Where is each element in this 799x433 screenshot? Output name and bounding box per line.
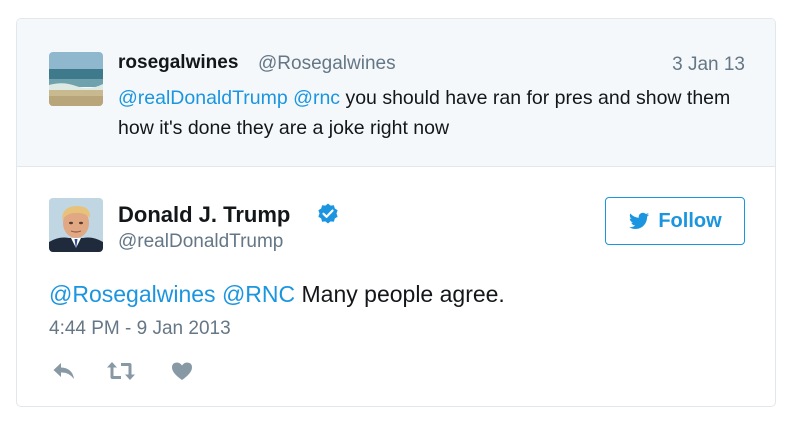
main-tweet-text: @Rosegalwines @RNC Many people agree. <box>49 281 505 308</box>
parent-avatar[interactable] <box>49 52 103 106</box>
main-mention-rosegalwines[interactable]: @Rosegalwines <box>49 281 216 307</box>
portrait-photo-avatar-icon <box>49 198 103 252</box>
retweet-icon <box>107 362 135 380</box>
parent-date[interactable]: 3 Jan 13 <box>672 54 745 76</box>
main-mention-rnc[interactable]: @RNC <box>222 281 295 307</box>
main-tweet-body: Many people agree. <box>295 281 505 307</box>
reply-button[interactable] <box>49 357 79 385</box>
follow-label: Follow <box>658 209 722 232</box>
parent-mention-rnc[interactable]: @rnc <box>293 87 340 109</box>
tweet-timestamp[interactable]: 4:44 PM - 9 Jan 2013 <box>49 318 231 340</box>
twitter-bird-icon <box>629 212 650 229</box>
heart-icon <box>172 362 192 380</box>
reply-icon <box>53 363 74 379</box>
parent-tweet[interactable]: rosegalwines @Rosegalwines 3 Jan 13 @rea… <box>17 19 775 167</box>
like-button[interactable] <box>167 357 197 385</box>
follow-button[interactable]: Follow <box>605 197 745 245</box>
main-display-name[interactable]: Donald J. Trump <box>118 202 290 228</box>
verified-badge-icon <box>318 203 338 224</box>
parent-handle[interactable]: @Rosegalwines <box>258 53 396 75</box>
main-handle[interactable]: @realDonaldTrump <box>118 231 283 253</box>
parent-mention-realdonaldtrump[interactable]: @realDonaldTrump <box>118 87 288 109</box>
embedded-tweet-card: rosegalwines @Rosegalwines 3 Jan 13 @rea… <box>16 18 776 407</box>
retweet-button[interactable] <box>104 357 138 385</box>
main-avatar[interactable] <box>49 198 103 252</box>
beach-photo-avatar-icon <box>49 52 103 106</box>
parent-display-name[interactable]: rosegalwines <box>118 52 238 74</box>
parent-tweet-text: @realDonaldTrump @rnc you should have ra… <box>118 83 748 143</box>
